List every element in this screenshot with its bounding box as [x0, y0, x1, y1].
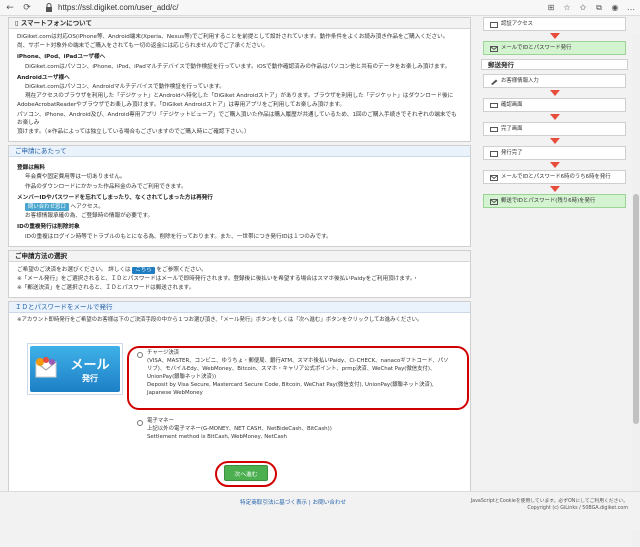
method-text-3: ※「郵送決済」をご選択されると、ＩＤとパスワードは郵送されます。: [17, 285, 195, 292]
apply-title: ご申請にあたって: [9, 146, 470, 158]
android-text-1: DiGiket.comはパソコン、Androidマルチデバイスで動作検証を行って…: [25, 84, 225, 91]
reader-icon[interactable]: ⊞: [546, 3, 556, 13]
page-content: ▯ スマートフォンについて DiGiket.comは対応OS(iPhone等、A…: [0, 17, 640, 547]
down-arrow-icon: [481, 88, 628, 98]
details-link-button[interactable]: こちら: [132, 266, 155, 274]
monitor-icon: [490, 102, 498, 108]
more-menu-icon[interactable]: …: [626, 3, 636, 13]
forgot-heading: メンバーIDやパスワードを忘れてしまったり、なくされてしまった方は再発行: [17, 194, 213, 201]
free-text-1: 年会費や固定費用等は一切ありません。: [25, 174, 126, 181]
free-text-2: 作品のダウンロードにかかった作品料金のみでご利用できます。: [25, 183, 187, 190]
page-scrollbar[interactable]: [632, 34, 640, 547]
method-text-2: ※「メール発行」をご選択されると、ＩＤとパスワードはメールで即時発行されます。登…: [17, 276, 419, 283]
method-title: ご申請方法の選択: [9, 250, 470, 262]
duplicate-heading: IDの重複発行は削除対象: [17, 224, 80, 231]
envelope-icon: [34, 356, 60, 382]
android-text-2: 現在アクセスのブラウザを利用した「デジケット」とAndroidへ特化した「DiG…: [25, 93, 454, 100]
mail-logo-big: メール: [70, 358, 110, 374]
footer-copyright: Copyright (c) GiLinks / 50BGA.digiket.co…: [527, 506, 628, 511]
collections-icon[interactable]: ⧉: [594, 3, 604, 13]
free-heading: 登録は無料: [17, 165, 45, 172]
next-button[interactable]: 次へ進む: [224, 465, 268, 482]
android-heading: Androidユーザ様へ: [17, 74, 70, 81]
charge-line-5: Japanese WebMoney: [147, 390, 203, 397]
charge-title: チャージ決済: [147, 350, 180, 357]
document-icon: [490, 21, 498, 28]
address-bar[interactable]: https://ssl.digiket.com/user_add/c/: [58, 3, 179, 12]
smartphone-title: ▯ スマートフォンについて: [9, 18, 470, 29]
pencil-icon: [490, 78, 498, 85]
monitor-icon: [490, 126, 498, 132]
intro-text-2: 尚、サポート対象外の端末でご購入をされても一切の返金には応じられませんのでご了承…: [17, 43, 269, 50]
main-column: ▯ スマートフォンについて DiGiket.comは対応OS(iPhone等、A…: [8, 17, 471, 495]
flow-step: 発行完了: [483, 146, 626, 160]
envelope-icon: [490, 150, 498, 157]
forgot-text-1: へアクセス。: [70, 204, 104, 211]
intro-text: DiGiket.comは対応OS(iPhone等、Android端末(Xperi…: [17, 34, 449, 40]
mail-icon: [490, 45, 498, 52]
method-text-1a: ご希望のご決済をお選びください。 詳しくは: [17, 266, 131, 273]
down-arrow-icon: [481, 31, 628, 41]
charge-line-2: リブ)、モバイルEdy、WebMoney、Bitcoin、スマホ・キャリア公式ポ…: [147, 366, 436, 373]
method-section: ご申請方法の選択 ご希望のご決済をお選びください。 詳しくは こちら をご参照く…: [8, 249, 471, 299]
back-icon[interactable]: ←: [4, 2, 16, 14]
down-arrow-icon: [481, 112, 628, 122]
post-issue-heading: 郵送発行: [481, 59, 628, 70]
mail-issue-button[interactable]: メール 発行: [27, 343, 123, 396]
emoney-line-1: 上記以外の電子マネー(G-MONEY、NET CASH、NetBideCash、…: [147, 426, 332, 433]
mail-icon: [490, 198, 498, 205]
refresh-icon[interactable]: ⟳: [21, 2, 33, 14]
pc-text-2: 頂けます。（※作品によっては独立している場合もございますのでご購入時にご確認下さ…: [17, 129, 250, 136]
down-arrow-icon: [481, 160, 628, 170]
mail-issue-note: ※アカウント即時発行をご希望のお客様は下のご決済手段の中から１つお選び頂き、「メ…: [17, 317, 423, 324]
mail-logo-small: 発行: [82, 374, 98, 384]
flow-step: メールでIDとパスワード6時のうち6時を発行: [483, 170, 626, 184]
sidebar-flow: 認証アクセス メールでIDとパスワード発行 郵送発行 お客様情報入力 確認画面 …: [481, 17, 628, 208]
flow-step: メールでIDとパスワード発行: [483, 41, 626, 55]
smartphone-section: ▯ スマートフォンについて DiGiket.comは対応OS(iPhone等、A…: [8, 17, 471, 143]
duplicate-text: IDの重複はログイン時等でトラブルのもとになる為、削除を行っております。また、一…: [25, 233, 332, 240]
mail-issue-title: ＩＤとパスワードをメールで発行: [9, 302, 470, 314]
android-text-3: AdobeAcrobatReaderやブラウザでお楽しみ頂けます。「DiGike…: [17, 102, 345, 109]
mail-icon: [490, 174, 498, 181]
down-arrow-icon: [481, 184, 628, 194]
footer-notice: JavaScriptとCookieを使用しています。必ずONにしてご利用ください…: [470, 499, 628, 504]
flow-step: 確認画面: [483, 98, 626, 112]
payment-area: ※アカウント即時発行をご希望のお客様は下のご決済手段の中から１つお選び頂き、「メ…: [9, 313, 470, 491]
mail-issue-section: ＩＤとパスワードをメールで発行 ※アカウント即時発行をご希望のお客様は下のご決済…: [8, 301, 471, 493]
charge-line-3: UnionPay(銀聯ネット決済)): [147, 374, 217, 381]
emoney-title: 電子マネー: [147, 418, 174, 425]
emoney-line-2: Settlement method is BitCash, WebMoney, …: [147, 434, 287, 441]
forgot-text-2: お客様情報承確の為、ご登録時の情報が必要です。: [25, 213, 154, 220]
flow-step: 郵送でIDとパスワード(残り6時)を発行: [483, 194, 626, 208]
flow-step: 認証アクセス: [483, 17, 626, 31]
page-footer: 特定商取引法に基づく表示 | お問い合わせ JavaScriptとCookieを…: [0, 491, 640, 530]
down-arrow-icon: [481, 136, 628, 146]
flow-step: 完了画面: [483, 122, 626, 136]
iphone-heading: iPhone、iPod、iPadユーザ様へ: [17, 54, 106, 61]
flow-step: お客様情報入力: [483, 74, 626, 88]
lock-icon[interactable]: [44, 3, 54, 13]
emoney-radio[interactable]: [137, 420, 143, 427]
charge-line-1: (VISA、MASTER、コンビニ、ゆうちょ・郵便局、銀行ATM、スマホ後払いP…: [147, 358, 449, 365]
profile-icon[interactable]: ◉: [610, 3, 620, 13]
apply-section: ご申請にあたって 登録は無料 年会費や固定費用等は一切ありません。 作品のダウン…: [8, 145, 471, 247]
scroll-thumb[interactable]: [633, 194, 639, 424]
inquiry-button[interactable]: 問い合わせ窓口: [25, 203, 69, 212]
favorite-star-icon[interactable]: ☆: [562, 3, 572, 13]
method-text-1b: をご参照ください。: [156, 266, 207, 273]
iphone-text: DiGiket.comはパソコン、iPhone、iPod、iPadマルチデバイス…: [25, 63, 451, 70]
footer-links[interactable]: 特定商取引法に基づく表示 | お問い合わせ: [240, 498, 346, 506]
charge-line-4: Deposit by Visa Secure, Mastercard Secur…: [147, 382, 434, 389]
pc-text-1: パソコン、iPhone、Android及び、Android専用アプリ「デジケット…: [17, 111, 457, 126]
favorites-icon[interactable]: ✩: [578, 3, 588, 13]
browser-toolbar: ← ⟳ https://ssl.digiket.com/user_add/c/ …: [0, 0, 640, 16]
